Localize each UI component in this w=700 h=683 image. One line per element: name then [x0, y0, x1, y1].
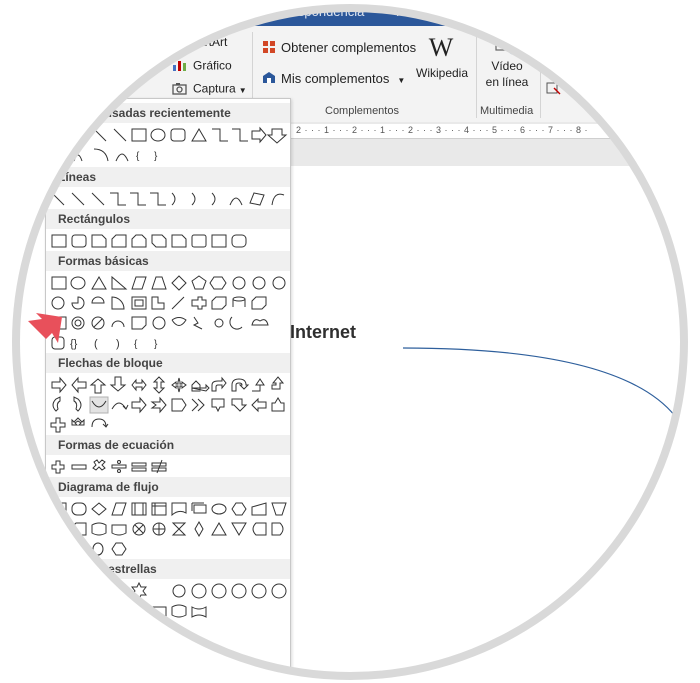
category-recent-shapes: Formas usadas recientemente	[46, 103, 290, 123]
svg-text:{}: {}	[70, 338, 78, 350]
grafico-label: Gráfico	[193, 58, 232, 73]
flowchart-icons-1	[51, 502, 287, 517]
wikipedia-logo-icon: W	[428, 33, 454, 62]
category-block-arrows: Flechas de bloque	[46, 353, 290, 373]
basic-shapes-icons-3	[51, 316, 269, 330]
obtener-complementos-label: Obtener complementos	[281, 40, 417, 55]
title-bar: rrespondencia Re	[200, 0, 520, 26]
category-flowchart: Diagrama de flujo	[46, 477, 290, 497]
recent-shapes-icons	[93, 126, 288, 144]
camera-icon	[172, 81, 188, 98]
category-label: Flechas de bloque	[58, 356, 163, 370]
video-globe-icon	[480, 32, 534, 58]
shapes-gallery: Formas usadas recientemente {} Líneas Re…	[28, 98, 291, 683]
group-multimedia-label: Multimedia	[480, 105, 534, 117]
svg-text:): )	[116, 338, 120, 350]
svg-text:}: }	[154, 151, 158, 162]
category-equation-shapes: Formas de ecuación	[46, 435, 290, 455]
basic-shapes-icons-4: {} () {}	[51, 336, 158, 350]
rectangle-shapes-icons	[51, 234, 247, 248]
addin-icon	[262, 71, 276, 88]
wikipedia-button[interactable]: W Wikipedia	[416, 33, 469, 81]
mis-complementos-button[interactable]: Mis complementos ▼	[262, 71, 405, 88]
block-arrow-icons-3	[50, 417, 109, 433]
captura-label: Captura	[193, 81, 236, 96]
category-rectangles: Rectángulos	[46, 209, 290, 229]
grafico-button[interactable]: Gráfico	[172, 58, 232, 75]
tab-correspondencia[interactable]: rrespondencia	[282, 4, 364, 19]
category-basic-shapes: Formas básicas	[46, 251, 290, 271]
wikipedia-label: Wikipedia	[416, 66, 469, 80]
document-page[interactable]	[290, 166, 700, 683]
svg-text:{: {	[136, 151, 140, 162]
video-label-line2: en línea	[485, 75, 529, 89]
chevron-down-icon: ▼	[397, 76, 406, 85]
chevron-down-icon: ▼	[238, 85, 247, 95]
category-label: Líneas	[58, 170, 97, 184]
svg-text:(: (	[94, 338, 98, 350]
block-arrow-icons-1	[51, 376, 285, 394]
recent-shapes-icons-2: {}	[73, 148, 158, 162]
category-label: Rectángulos	[58, 212, 131, 226]
group-complementos-label: Complementos	[325, 105, 399, 117]
flowchart-icons-2	[51, 520, 284, 538]
smartart-label: SmartArt	[180, 35, 228, 49]
category-label: Diagrama de flujo	[58, 480, 159, 494]
category-stars-banners: Cintas y estrellas	[46, 559, 290, 579]
banner-icons	[151, 604, 207, 618]
svg-text:}: }	[154, 339, 158, 350]
chart-icon	[172, 58, 188, 75]
category-label: Formas básicas	[58, 254, 149, 268]
screen: rrespondencia Re SmartArt Gráfico Captur…	[0, 0, 700, 683]
separator	[476, 32, 477, 118]
obtener-complementos-button[interactable]: Obtener complementos	[262, 40, 416, 57]
video-en-linea-button[interactable]: Vídeo en línea	[480, 32, 534, 90]
separator	[540, 32, 541, 118]
store-icon	[262, 40, 276, 57]
video-label-line1: Vídeo	[491, 59, 523, 73]
line-shapes-icons	[51, 192, 285, 206]
block-arrow-icons-2	[52, 396, 285, 414]
category-lines: Líneas	[46, 167, 290, 187]
basic-shapes-icons-2	[51, 296, 267, 310]
smartart-button[interactable]: SmartArt	[180, 35, 227, 49]
horizontal-ruler[interactable]: 2 · · · 1 · · · 2 · · · 1 · · · 2 · · · …	[290, 124, 700, 139]
ruler-numbers: 2 · · · 1 · · · 2 · · · 1 · · · 2 · · · …	[296, 125, 588, 135]
highlight-arrow-icon	[24, 309, 70, 350]
link-button[interactable]	[546, 80, 562, 99]
captura-button[interactable]: Captura ▼	[172, 81, 247, 98]
basic-shapes-icons-1	[51, 275, 286, 291]
link-icon	[546, 82, 561, 95]
flowchart-icons-3	[53, 542, 127, 556]
category-label: Formas de ecuación	[58, 438, 175, 452]
curved-connector-line[interactable]	[290, 166, 700, 683]
category-label: Formas usadas recientemente	[58, 106, 231, 120]
tab-revisar[interactable]: Re	[396, 4, 413, 19]
svg-text:{: {	[134, 339, 138, 350]
equation-shape-icons	[51, 459, 167, 474]
document-heading-text: Internet	[290, 322, 357, 342]
mis-complementos-label: Mis complementos	[281, 71, 390, 86]
category-label: Cintas y estrellas	[58, 562, 157, 576]
star-icons-1	[90, 581, 287, 601]
